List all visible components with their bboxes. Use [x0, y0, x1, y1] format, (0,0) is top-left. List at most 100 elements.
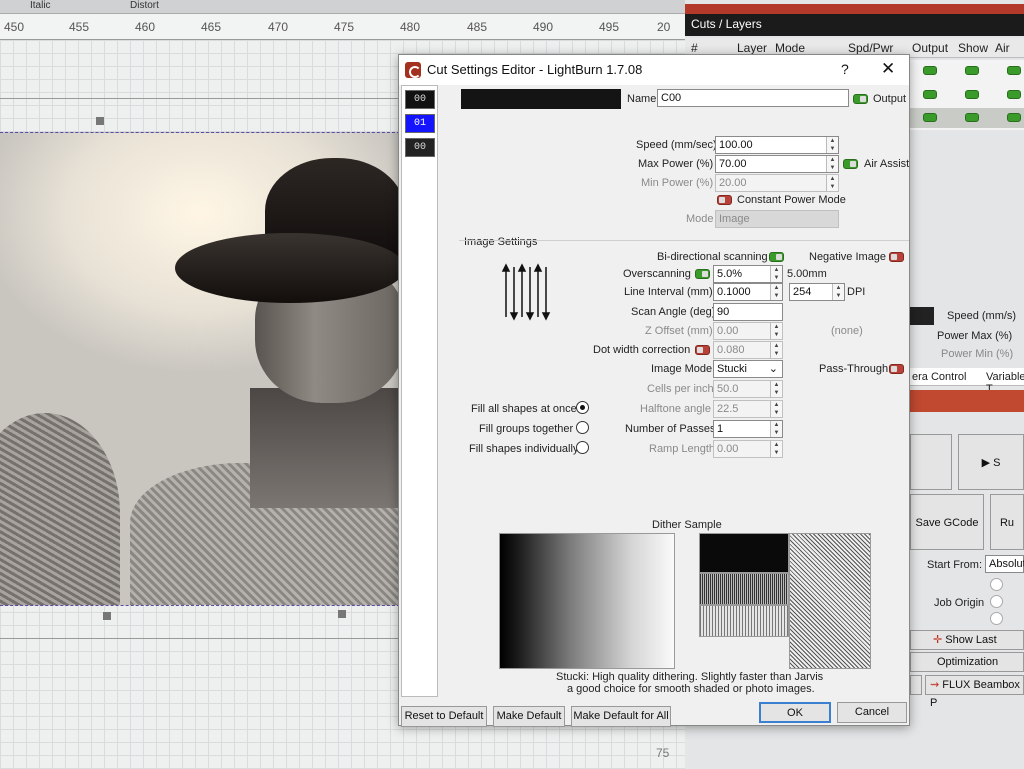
constant-power-label: Constant Power Mode — [737, 194, 846, 206]
photo-neck — [250, 388, 400, 508]
overscanning-toggle[interactable] — [695, 269, 710, 279]
selection-handle[interactable] — [338, 610, 346, 618]
fill-groups-radio[interactable] — [576, 421, 589, 434]
pass-through-toggle[interactable] — [889, 364, 904, 374]
spin-arrows-icon[interactable]: ▲ ▼ — [770, 421, 782, 437]
spin-arrows-icon[interactable]: ▲ ▼ — [770, 342, 782, 358]
spin-arrows-icon[interactable]: ▲ ▼ — [826, 175, 838, 191]
spin-arrows-icon[interactable]: ▲ ▼ — [770, 323, 782, 339]
air-toggle[interactable] — [1007, 113, 1021, 122]
ruler-tick-label: 455 — [69, 20, 90, 34]
passes-input[interactable]: 1 ▲ ▼ — [713, 420, 783, 438]
line-interval-input[interactable]: 0.1000 ▲ ▼ — [713, 283, 783, 301]
output-toggle[interactable] — [923, 66, 937, 75]
air-assist-toggle[interactable] — [843, 159, 858, 169]
bidirectional-toggle[interactable] — [769, 252, 784, 262]
start-from-label: Start From: — [927, 559, 983, 571]
cancel-button[interactable]: Cancel — [837, 702, 907, 723]
layer-item-00[interactable]: 00 — [405, 90, 435, 109]
ruler-tick-label: 465 — [201, 20, 222, 34]
fill-all-radio[interactable] — [576, 401, 589, 414]
max-power-input[interactable]: 70.00 ▲ ▼ — [715, 155, 839, 173]
output-toggle[interactable] — [923, 90, 937, 99]
show-last-position-button[interactable]: ✛ Show Last Positi — [910, 630, 1024, 664]
dpi-label: DPI — [847, 286, 866, 298]
spin-arrows-icon[interactable]: ▲ ▼ — [826, 156, 838, 172]
layer-item-00b[interactable]: 00 — [405, 138, 435, 157]
spin-arrows-icon[interactable]: ▲ ▼ — [770, 266, 782, 282]
ramp-length-input[interactable]: 0.00 ▲ ▼ — [713, 440, 783, 458]
image-mode-select[interactable]: Stucki ⌄ — [713, 360, 783, 378]
origin-radio[interactable] — [990, 612, 1003, 625]
start-from-select[interactable]: Absolut — [985, 555, 1024, 573]
italic-label[interactable]: Italic — [30, 0, 51, 11]
cuts-layers-title: Cuts / Layers — [685, 14, 1024, 36]
min-power-label: Min Power (%) — [641, 177, 714, 189]
negative-image-toggle[interactable] — [889, 252, 904, 262]
name-field[interactable]: C00 — [657, 89, 849, 107]
spin-arrows-icon[interactable]: ▲ ▼ — [770, 381, 782, 397]
device-select[interactable]: ⇝ FLUX Beambox P — [925, 675, 1024, 709]
close-button[interactable]: ✕ — [881, 59, 895, 79]
air-toggle[interactable] — [1007, 90, 1021, 99]
overscanning-input[interactable]: 5.0% ▲ ▼ — [713, 265, 783, 283]
col-show: Show — [958, 41, 989, 55]
output-toggle[interactable] — [923, 113, 937, 122]
make-default-button[interactable]: Make Default — [493, 706, 565, 727]
engraving-photo[interactable] — [0, 132, 400, 606]
speed-label: Speed (mm/sec) — [636, 139, 717, 151]
speed-input[interactable]: 100.00 ▲ ▼ — [715, 136, 839, 154]
spin-arrows-icon[interactable]: ▲ ▼ — [832, 284, 844, 300]
tab-camera-control[interactable]: era Control — [912, 371, 966, 383]
air-assist-label: Air Assist — [864, 158, 910, 170]
ramp-length-value: 0.00 — [717, 443, 739, 455]
origin-radio[interactable] — [990, 578, 1003, 591]
dpi-input[interactable]: 254 ▲ ▼ — [789, 283, 845, 301]
spin-arrows-icon[interactable]: ▲ ▼ — [770, 441, 782, 457]
spin-arrows-icon[interactable]: ▲ ▼ — [826, 137, 838, 153]
optimization-settings-button[interactable]: Optimization Settin — [910, 652, 1024, 686]
laser-button[interactable] — [910, 434, 952, 490]
mode-select[interactable]: Image — [715, 210, 839, 228]
ok-button[interactable]: OK — [759, 702, 831, 723]
z-offset-input[interactable]: 0.00 ▲ ▼ — [713, 322, 783, 340]
start-button[interactable]: ▶ S — [958, 434, 1024, 490]
layer-item-01[interactable]: 01 — [405, 114, 435, 133]
max-power-value: 70.00 — [719, 158, 747, 170]
help-button[interactable]: ? — [841, 61, 849, 77]
selection-handle[interactable] — [96, 117, 104, 125]
selection-handle[interactable] — [103, 612, 111, 620]
device-dropdown-arrow[interactable] — [910, 675, 922, 695]
spin-arrows-icon[interactable]: ▲ ▼ — [770, 284, 782, 300]
dither-description-2: a good choice for smooth shaded or photo… — [567, 683, 815, 695]
origin-radio[interactable] — [990, 595, 1003, 608]
mode-value: Image — [719, 213, 750, 225]
fill-individual-radio[interactable] — [576, 441, 589, 454]
lightburn-logo-icon — [405, 62, 421, 78]
cells-per-inch-input[interactable]: 50.0 ▲ ▼ — [713, 380, 783, 398]
spin-arrows-icon[interactable]: ▲ ▼ — [770, 401, 782, 417]
col-mode: Mode — [775, 41, 806, 55]
output-toggle[interactable] — [853, 94, 868, 104]
name-label: Name — [627, 93, 657, 105]
dot-width-toggle[interactable] — [695, 345, 710, 355]
layer-color-swatch[interactable] — [461, 89, 621, 109]
fill-all-label: Fill all shapes at once — [471, 403, 577, 415]
scan-angle-input[interactable]: 90 — [713, 303, 783, 321]
air-toggle[interactable] — [1007, 66, 1021, 75]
reset-to-default-button[interactable]: Reset to Default — [401, 706, 487, 727]
dot-width-input[interactable]: 0.080 ▲ ▼ — [713, 341, 783, 359]
show-toggle[interactable] — [965, 66, 979, 75]
dialog-titlebar[interactable]: Cut Settings Editor - LightBurn 1.7.08 ?… — [399, 55, 909, 85]
min-power-input[interactable]: 20.00 ▲ ▼ — [715, 174, 839, 192]
distort-label[interactable]: Distort — [130, 0, 159, 11]
show-toggle[interactable] — [965, 113, 979, 122]
save-gcode-button[interactable]: Save GCode — [910, 494, 984, 550]
halftone-angle-input[interactable]: 22.5 ▲ ▼ — [713, 400, 783, 418]
fill-groups-label: Fill groups together — [479, 423, 574, 435]
make-default-for-all-button[interactable]: Make Default for All — [571, 706, 671, 727]
constant-power-toggle[interactable] — [717, 195, 732, 205]
show-toggle[interactable] — [965, 90, 979, 99]
run-gcode-button[interactable]: Ru — [990, 494, 1024, 550]
overscanning-label: Overscanning — [623, 268, 691, 280]
